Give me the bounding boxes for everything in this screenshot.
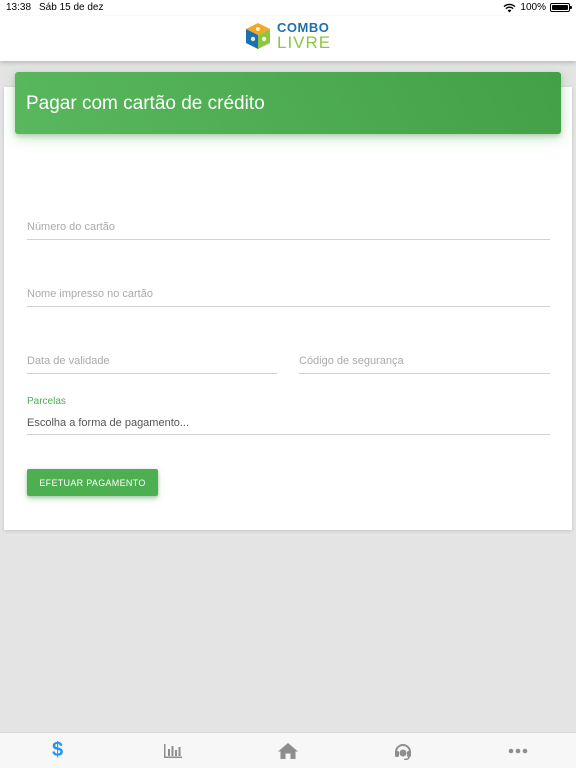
- expiry-field: [27, 344, 277, 374]
- tab-more[interactable]: [461, 733, 576, 768]
- status-indicators: 100%: [503, 2, 572, 13]
- tab-support[interactable]: [346, 733, 461, 768]
- expiry-input[interactable]: [27, 355, 277, 367]
- installments-label: Parcelas: [27, 396, 66, 407]
- battery-icon: [550, 3, 572, 12]
- dollar-icon: $: [52, 739, 64, 761]
- card-header: Pagar com cartão de crédito: [15, 72, 561, 134]
- card-name-field: [27, 277, 550, 307]
- cvv-field: [299, 344, 550, 374]
- battery-percentage: 100%: [520, 2, 546, 13]
- payment-card: [4, 87, 572, 530]
- tab-reports[interactable]: [115, 733, 230, 768]
- combo-livre-logo[interactable]: COMBO LIVRE: [244, 21, 331, 51]
- tab-home[interactable]: [230, 733, 345, 768]
- cvv-input[interactable]: [299, 355, 550, 367]
- status-date: Sáb 15 de dez: [39, 2, 104, 13]
- installments-value: Escolha a forma de pagamento...: [27, 417, 190, 429]
- tab-payment[interactable]: $: [0, 733, 115, 768]
- cube-logo-icon: [246, 23, 270, 49]
- card-number-field: [27, 210, 550, 240]
- status-time: 13:38: [6, 2, 32, 13]
- bottom-tab-bar: $: [0, 732, 576, 768]
- card-number-input[interactable]: [27, 221, 550, 233]
- card-name-input[interactable]: [27, 288, 550, 300]
- logo-text: COMBO LIVRE: [277, 21, 331, 51]
- status-bar: 13:38 Sáb 15 de dez 100%: [0, 0, 576, 16]
- logo-line2: LIVRE: [277, 33, 332, 52]
- installments-select[interactable]: Escolha a forma de pagamento...: [27, 414, 550, 435]
- page-title: Pagar com cartão de crédito: [26, 93, 265, 114]
- pay-button[interactable]: EFETUAR PAGAMENTO: [27, 469, 158, 496]
- headset-icon: [395, 743, 412, 760]
- home-icon: [278, 742, 298, 759]
- app-header: COMBO LIVRE: [0, 16, 576, 61]
- wifi-icon: [503, 3, 516, 12]
- more-icon: [509, 748, 528, 753]
- bar-chart-icon: [163, 743, 182, 758]
- battery-level: [552, 5, 568, 10]
